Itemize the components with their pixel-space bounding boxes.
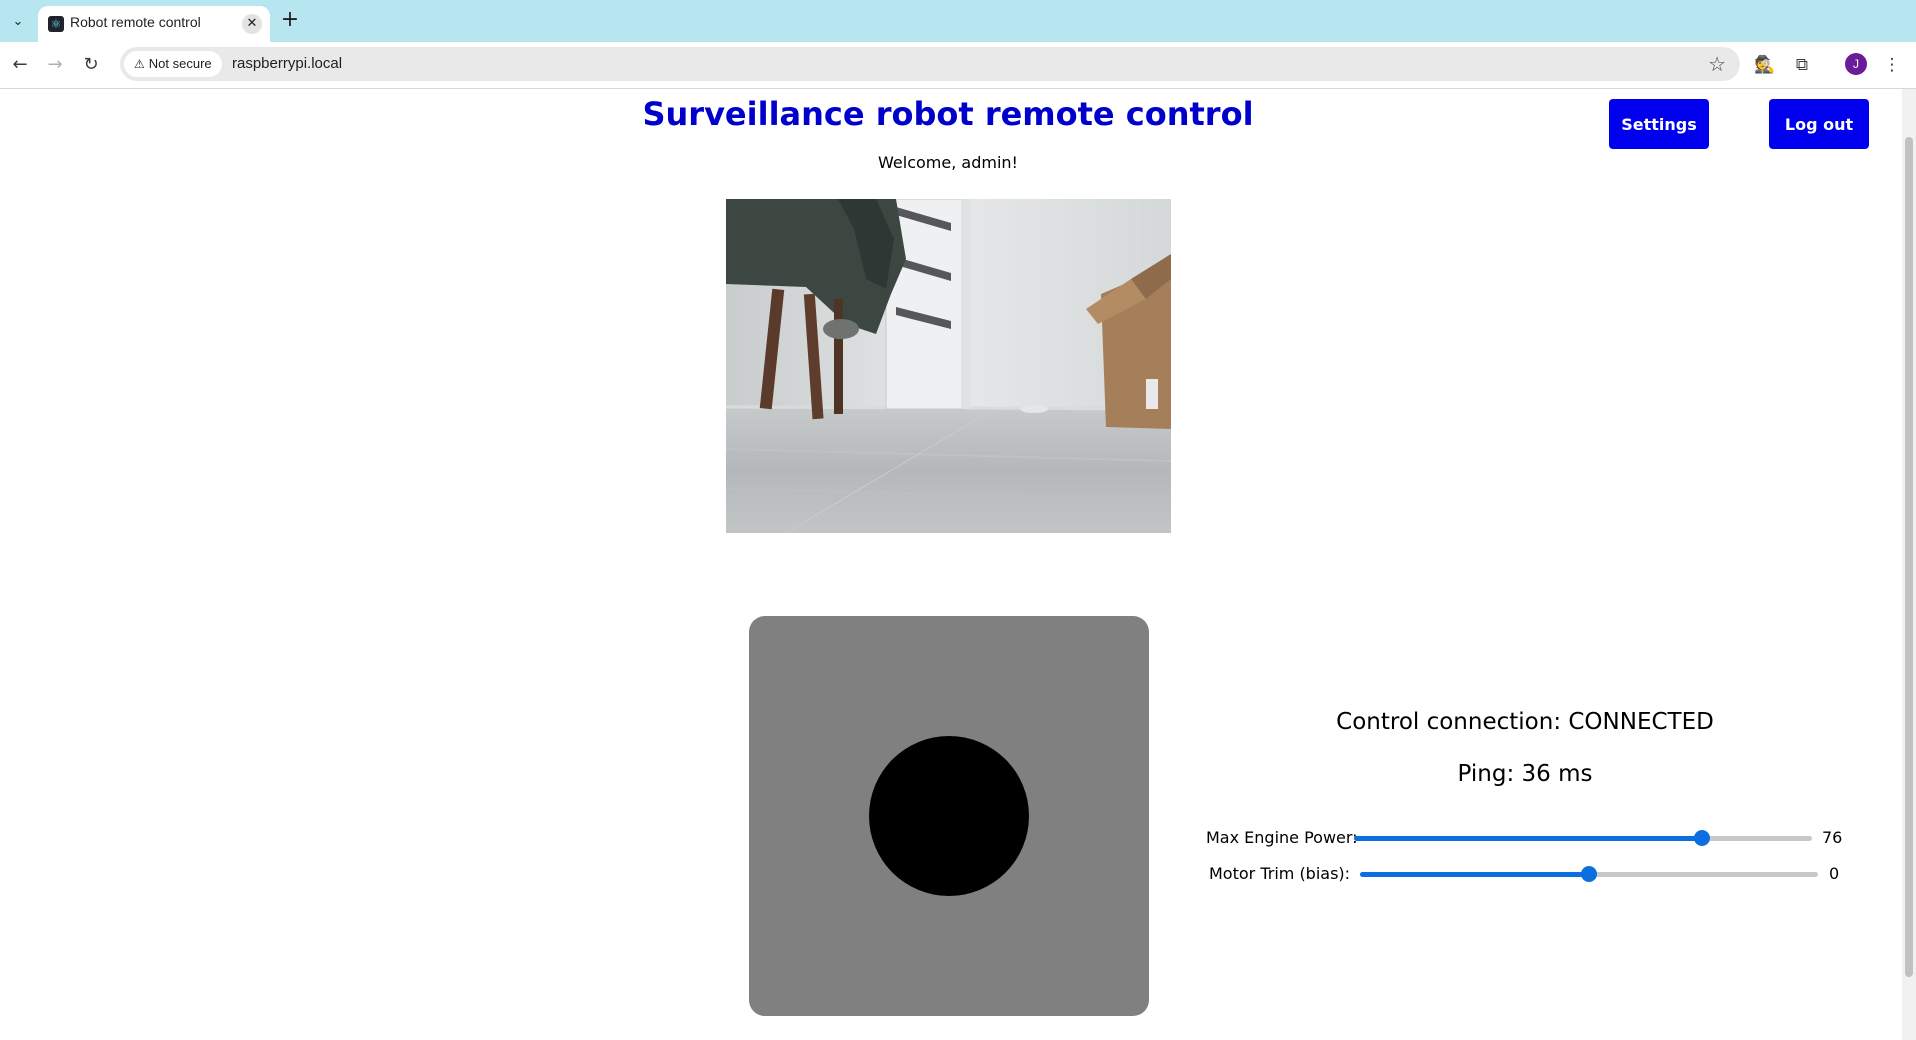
motor-trim-value: 0: [1829, 864, 1840, 883]
ping-readout: Ping: 36 ms: [1457, 761, 1593, 787]
max-power-label: Max Engine Power:: [1206, 828, 1358, 847]
max-power-slider[interactable]: [1354, 830, 1812, 846]
motor-trim-thumb[interactable]: [1581, 866, 1597, 882]
max-power-thumb[interactable]: [1694, 830, 1711, 846]
welcome-message: Welcome, admin!: [878, 153, 1018, 172]
motor-trim-label: Motor Trim (bias):: [1209, 864, 1351, 883]
browser-tab-strip: ⌄ ⚛ Robot remote control ✕ +: [0, 0, 1916, 42]
bookmark-star-icon[interactable]: ☆: [1708, 52, 1726, 76]
logout-button[interactable]: Log out: [1769, 99, 1869, 149]
warning-triangle-icon: ⚠: [134, 57, 145, 71]
settings-button[interactable]: Settings: [1609, 99, 1709, 149]
security-label: Not secure: [148, 56, 212, 71]
joystick-knob[interactable]: [869, 736, 1029, 896]
max-power-row: Max Engine Power: 76: [1200, 823, 1850, 853]
extension-spy-icon[interactable]: 🕵: [1753, 53, 1777, 77]
camera-frame-image: [726, 199, 1171, 533]
camera-feed: [726, 199, 1171, 533]
joystick-pad[interactable]: [749, 616, 1149, 1016]
close-tab-icon[interactable]: ✕: [242, 14, 262, 34]
extensions-puzzle-icon[interactable]: ⧉: [1790, 53, 1814, 77]
connection-status: Control connection: CONNECTED: [1336, 709, 1714, 735]
address-bar[interactable]: ⚠ Not secure raspberrypi.local ☆: [120, 47, 1740, 81]
profile-avatar[interactable]: J: [1845, 53, 1867, 75]
browser-menu-kebab-icon[interactable]: ⋮: [1880, 53, 1904, 77]
max-power-value: 76: [1822, 828, 1843, 847]
motor-trim-fill: [1360, 872, 1589, 877]
browser-tab[interactable]: ⚛ Robot remote control ✕: [38, 6, 270, 42]
new-tab-plus-icon[interactable]: +: [278, 9, 302, 33]
max-power-fill: [1354, 836, 1703, 841]
motor-trim-slider[interactable]: [1360, 866, 1818, 882]
back-arrow-icon[interactable]: ←: [7, 52, 33, 78]
browser-toolbar: ← → ↻ ⚠ Not secure raspberrypi.local ☆ 🕵 …: [0, 42, 1916, 89]
page-scrollbar[interactable]: [1902, 89, 1916, 1040]
security-indicator[interactable]: ⚠ Not secure: [124, 51, 222, 77]
url-text[interactable]: raspberrypi.local: [232, 55, 342, 72]
tab-title: Robot remote control: [70, 14, 201, 30]
reload-icon[interactable]: ↻: [78, 52, 104, 78]
tab-search-chevron-icon[interactable]: ⌄: [6, 9, 30, 33]
forward-arrow-icon[interactable]: →: [42, 52, 68, 78]
scrollbar-thumb[interactable]: [1905, 137, 1913, 977]
motor-trim-row: Motor Trim (bias): 0: [1200, 859, 1850, 889]
page-viewport: Surveillance robot remote control Welcom…: [0, 89, 1902, 1040]
react-favicon-icon: ⚛: [48, 16, 64, 32]
